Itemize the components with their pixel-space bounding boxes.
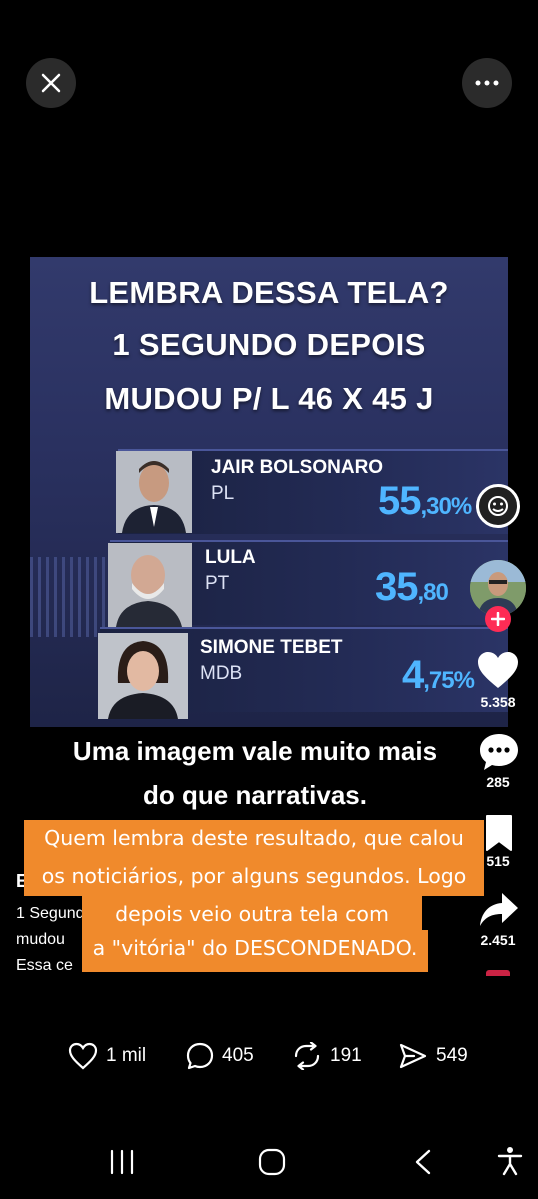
bottom-share-count: 549 bbox=[436, 1045, 468, 1066]
smiley-icon bbox=[488, 496, 508, 516]
repost-button[interactable]: 191 bbox=[292, 1042, 362, 1070]
background-decoration bbox=[30, 557, 110, 637]
close-icon bbox=[41, 73, 61, 93]
candidate-party: PT bbox=[205, 573, 230, 594]
share-arrow-icon bbox=[480, 893, 518, 926]
video-caption-line-2: do que narrativas. bbox=[143, 780, 367, 810]
person-icon bbox=[98, 633, 188, 719]
recent-apps-icon bbox=[110, 1149, 134, 1175]
more-icon bbox=[475, 80, 499, 86]
home-button[interactable] bbox=[258, 1148, 286, 1181]
back-button[interactable] bbox=[412, 1148, 434, 1181]
heart-icon bbox=[478, 652, 518, 688]
repost-icon bbox=[294, 1042, 320, 1070]
candidate-percentage: 55,30% bbox=[378, 479, 472, 523]
candidate-name: LULA bbox=[205, 547, 256, 568]
headline-line-1: LEMBRA DESSA TELA? bbox=[89, 275, 449, 310]
effect-button[interactable] bbox=[476, 484, 520, 528]
more-options-button[interactable] bbox=[462, 58, 512, 108]
overlay-text-2: os noticiários, por alguns segundos. Log… bbox=[41, 864, 467, 888]
person-icon bbox=[116, 451, 192, 533]
repost-count: 191 bbox=[330, 1045, 362, 1066]
candidate-percentage: 4,75% bbox=[402, 653, 475, 697]
headline-line-3: MUDOU P/ L 46 X 45 J bbox=[104, 381, 434, 416]
person-icon bbox=[108, 543, 192, 627]
candidate-photo bbox=[116, 451, 192, 533]
bottom-like-count: 1 mil bbox=[106, 1045, 147, 1066]
back-chevron-icon bbox=[415, 1149, 431, 1175]
post-text-line-3: Essa ce bbox=[16, 957, 73, 974]
plus-icon bbox=[491, 612, 505, 626]
video-frame[interactable]: LEMBRA DESSA TELA? 1 SEGUNDO DEPOIS MUDO… bbox=[30, 257, 508, 727]
candidate-party: MDB bbox=[200, 663, 243, 684]
bottom-share-button[interactable]: 549 bbox=[398, 1042, 468, 1070]
overlay-text-1: Quem lembra deste resultado, que calou bbox=[44, 826, 464, 850]
candidate-name: SIMONE TEBET bbox=[200, 637, 343, 658]
close-button[interactable] bbox=[26, 58, 76, 108]
like-button[interactable] bbox=[476, 650, 520, 695]
headline-line-2: 1 SEGUNDO DEPOIS bbox=[112, 327, 426, 362]
save-count: 515 bbox=[486, 853, 510, 869]
candidate-photo bbox=[108, 543, 192, 627]
post-text-line-1: 1 Segund bbox=[16, 905, 85, 922]
comment-icon bbox=[480, 734, 518, 770]
candidate-name: JAIR BOLSONARO bbox=[211, 457, 384, 478]
save-button[interactable] bbox=[484, 814, 514, 857]
accessibility-button[interactable] bbox=[496, 1146, 524, 1181]
bottom-comment-button[interactable]: 405 bbox=[186, 1042, 254, 1070]
accessibility-icon bbox=[497, 1147, 523, 1176]
bottom-like-button[interactable]: 1 mil bbox=[68, 1042, 146, 1070]
candidate-photo bbox=[98, 633, 188, 719]
bookmark-icon bbox=[486, 815, 512, 851]
overlay-text-3: depois veio outra tela com bbox=[115, 902, 389, 926]
post-text-line-2: mudou bbox=[16, 931, 65, 948]
comment-outline-icon bbox=[186, 1042, 214, 1070]
candidate-party: PL bbox=[211, 483, 235, 504]
share-button[interactable] bbox=[478, 890, 520, 935]
video-caption-line-1: Uma imagem vale muito mais bbox=[72, 736, 438, 766]
share-count: 2.451 bbox=[480, 932, 516, 948]
comment-count: 285 bbox=[486, 774, 510, 790]
send-icon bbox=[399, 1043, 427, 1069]
home-icon bbox=[258, 1148, 286, 1176]
follow-button[interactable] bbox=[485, 606, 511, 632]
overlay-text-4: a "vitória" do DESCONDENADO. bbox=[92, 936, 418, 960]
heart-outline-icon bbox=[68, 1042, 98, 1070]
like-count: 5.358 bbox=[480, 694, 516, 710]
candidate-percentage: 35,80 bbox=[375, 565, 449, 609]
recent-apps-button[interactable] bbox=[108, 1149, 136, 1180]
music-disc[interactable] bbox=[486, 970, 510, 976]
comment-button[interactable] bbox=[478, 732, 520, 777]
bottom-comment-count: 405 bbox=[222, 1045, 254, 1066]
